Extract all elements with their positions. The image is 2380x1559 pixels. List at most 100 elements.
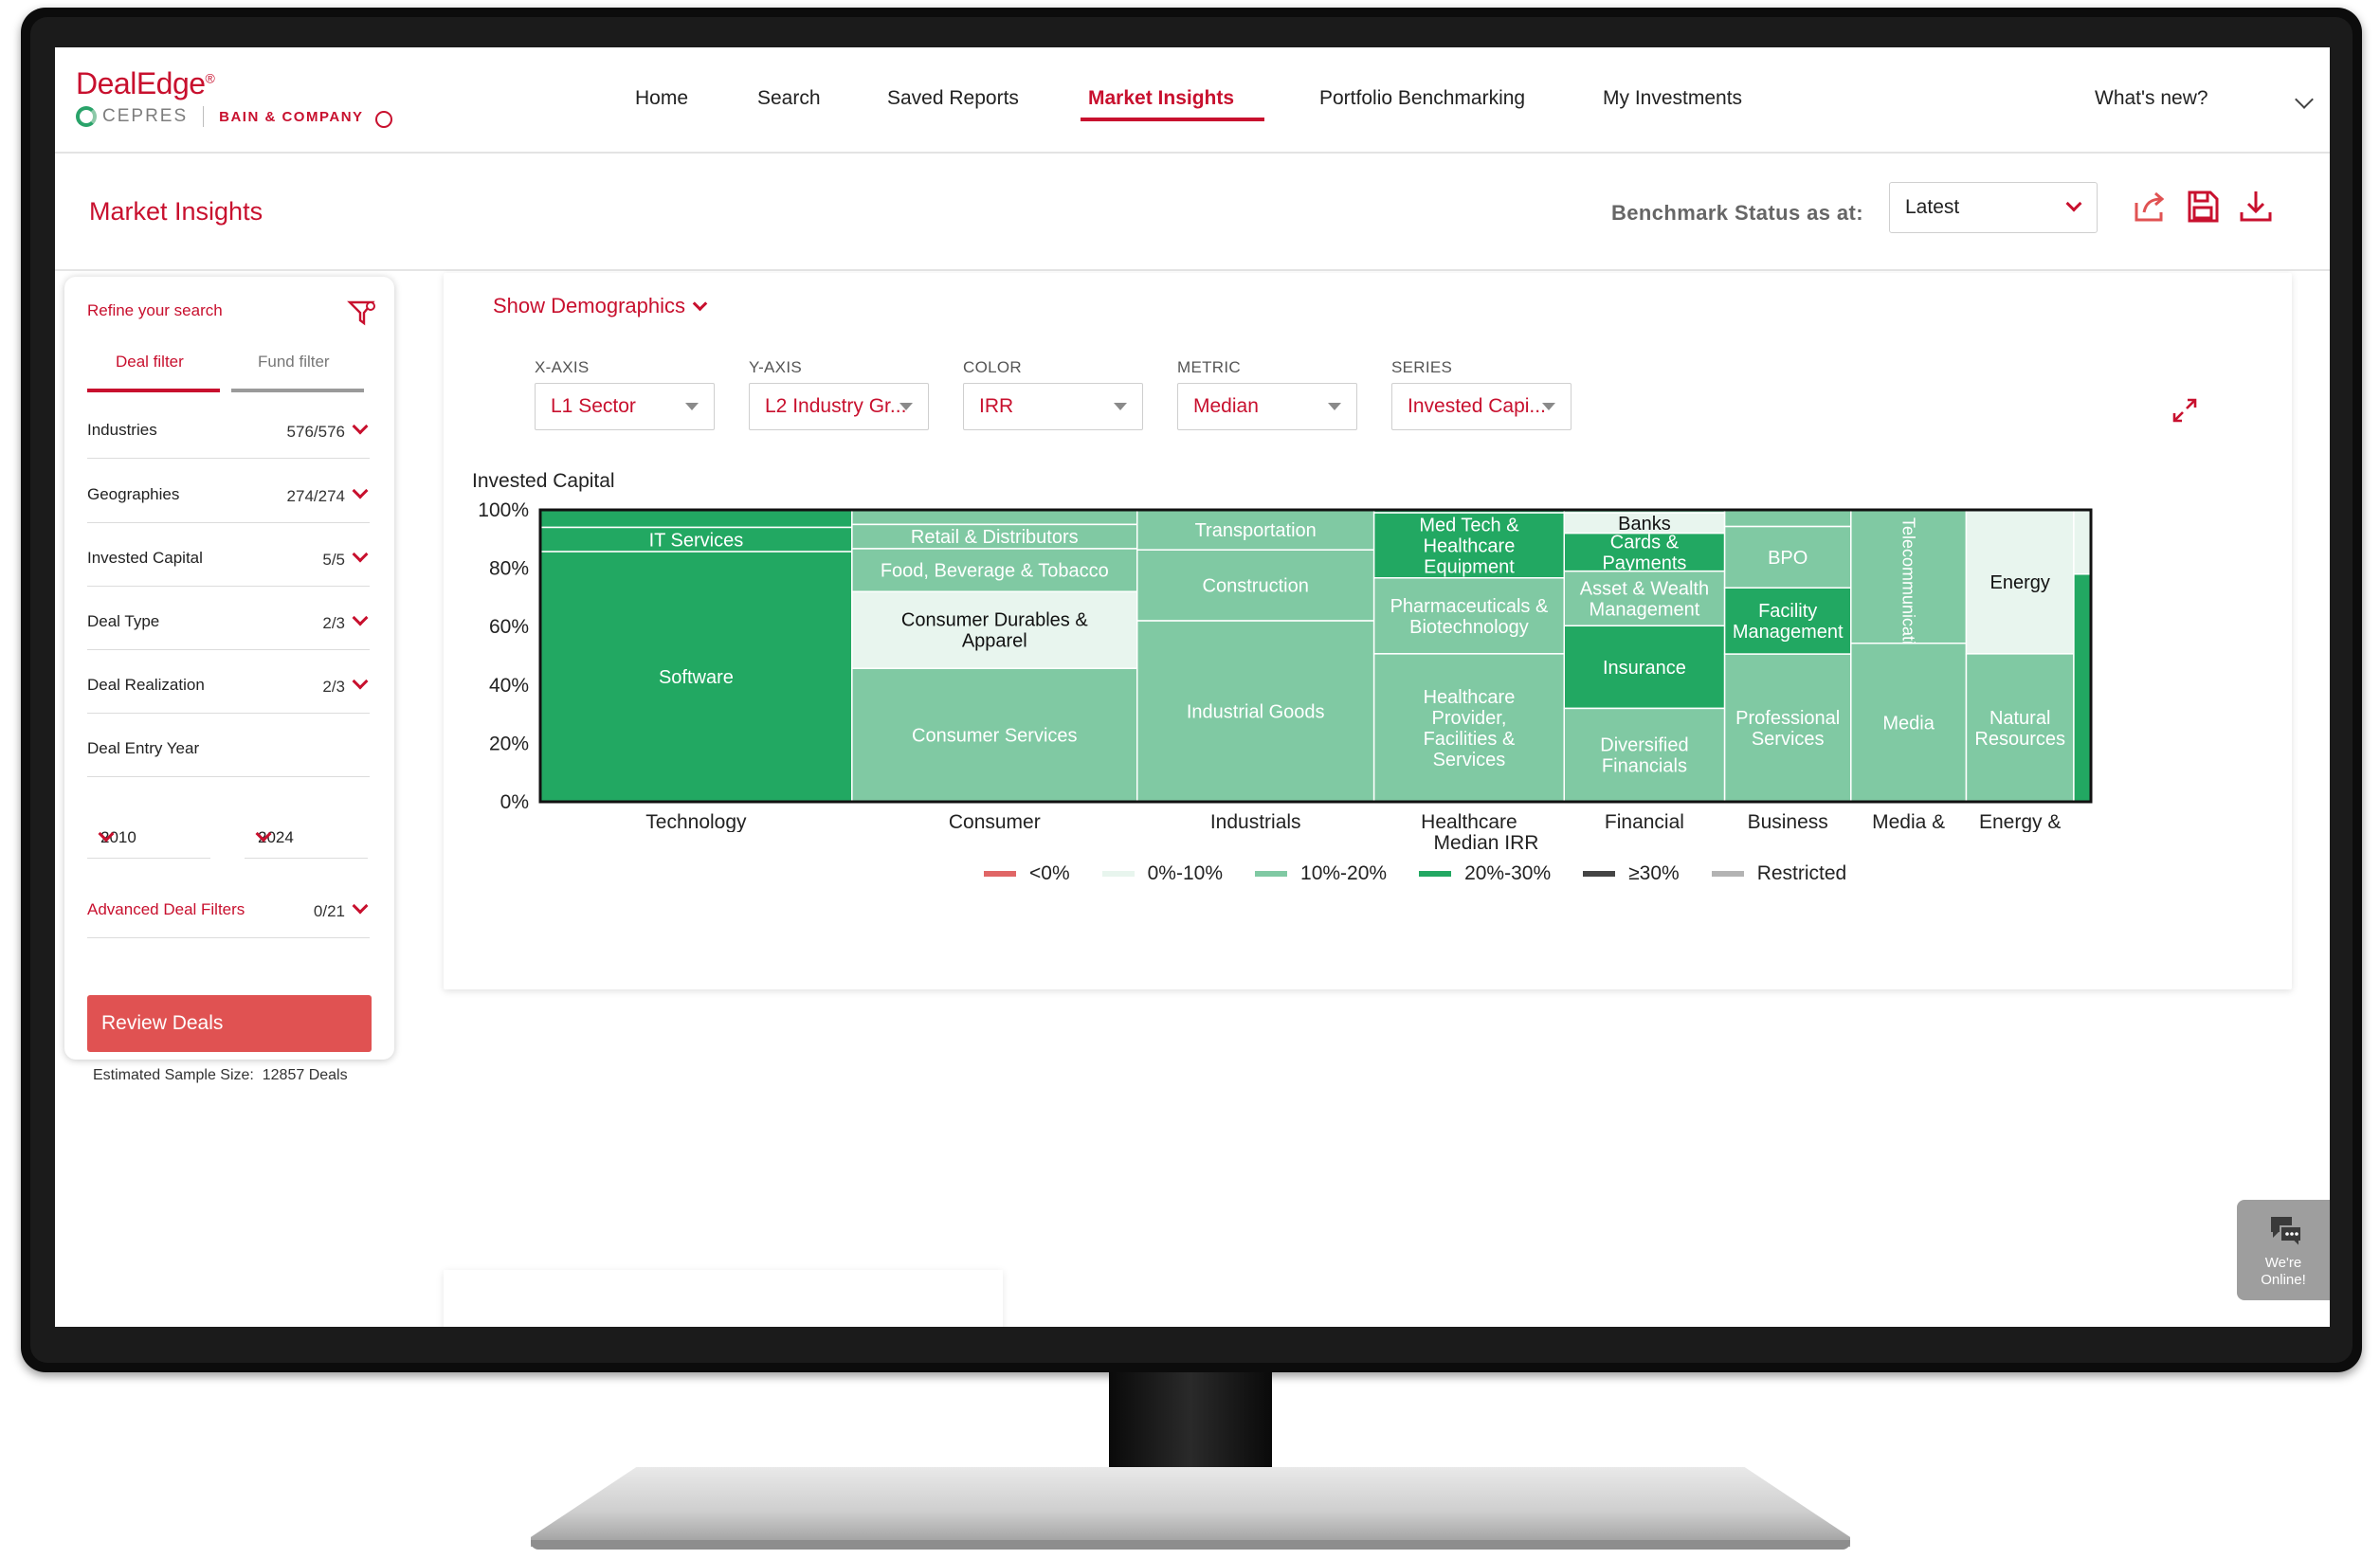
filter-count: 2/3	[322, 678, 345, 696]
x-category-label: Business	[1748, 811, 1828, 832]
filter-deal-realization[interactable]: Deal Realization 2/3	[87, 655, 370, 714]
chat-widget[interactable]: We're Online!	[2237, 1200, 2330, 1300]
legend-item[interactable]: 0%-10%	[1101, 862, 1224, 885]
y-axis-label: Y-AXIS	[749, 358, 802, 376]
mekko-segment	[2073, 573, 2092, 803]
monitor-stand-neck	[1109, 1372, 1272, 1478]
segment-label: Healthcare	[1424, 687, 1516, 708]
download-icon[interactable]	[2237, 188, 2275, 226]
expand-icon[interactable]	[2171, 396, 2199, 425]
legend-item[interactable]: Restricted	[1711, 862, 1846, 885]
chevron-down-icon	[2065, 195, 2082, 212]
caret-down-icon	[1114, 403, 1127, 410]
nav-home[interactable]: Home	[635, 87, 688, 110]
segment-label: Industrial Goods	[1187, 702, 1325, 723]
color-value: IRR	[979, 395, 1014, 417]
legend-label: <0%	[1029, 862, 1070, 884]
logo-cepres-text: CEPRES	[102, 106, 189, 126]
filter-label: Advanced Deal Filters	[87, 900, 245, 918]
segment-label: IT Services	[649, 530, 744, 551]
nav-saved-reports[interactable]: Saved Reports	[887, 87, 1019, 110]
nav-portfolio-benchmarking[interactable]: Portfolio Benchmarking	[1319, 87, 1525, 110]
legend-label: 0%-10%	[1147, 862, 1224, 884]
segment-label: Med Tech &	[1419, 515, 1519, 535]
series-select[interactable]: SERIES Invested Capi...	[1391, 358, 1572, 430]
y-tick-label: 20%	[489, 733, 529, 754]
whats-new-link[interactable]: What's new?	[2095, 87, 2208, 110]
metric-value: Median	[1193, 395, 1259, 417]
show-demographics-label: Show Demographics	[493, 294, 685, 317]
marimekko-chart: 100% 80% 60% 40% 20% 0% IT Services Software Tec…	[478, 500, 2093, 832]
show-demographics-toggle[interactable]: Show Demographics	[493, 294, 708, 318]
segment-label: Natural	[1989, 708, 2050, 729]
nav-market-insights[interactable]: Market Insights	[1088, 87, 1234, 110]
nav-active-underline	[1081, 118, 1264, 121]
chat-label-2: Online!	[2261, 1272, 2306, 1288]
x-axis-value: L1 Sector	[551, 395, 636, 417]
chevron-down-icon	[352, 609, 369, 626]
benchmark-status-select[interactable]: Latest	[1889, 182, 2098, 233]
search-refine-panel: Refine your search Deal filter Fund filt…	[64, 277, 394, 1083]
y-axis-field[interactable]: L2 Industry Gr...	[749, 383, 929, 430]
caret-down-icon	[899, 403, 913, 410]
metric-field[interactable]: Median	[1177, 383, 1357, 430]
chevron-down-icon[interactable]	[2295, 90, 2314, 109]
x-axis-select[interactable]: X-AXIS L1 Sector	[535, 358, 715, 430]
tab-fund-filter[interactable]: Fund filter	[258, 353, 330, 372]
legend-item[interactable]: 10%-20%	[1255, 862, 1387, 885]
segment-label: Management	[1590, 599, 1700, 620]
nav-my-investments[interactable]: My Investments	[1603, 87, 1742, 110]
screen: DealEdge® CEPRES BAIN & COMPANY Home Sea…	[55, 47, 2330, 1327]
segment-label: Biotechnology	[1409, 617, 1529, 638]
legend-item[interactable]: ≥30%	[1583, 862, 1680, 885]
legend-label: 10%-20%	[1300, 862, 1388, 884]
logo-separator	[203, 106, 205, 127]
filter-advanced[interactable]: Advanced Deal Filters 0/21	[87, 879, 370, 938]
caret-down-icon	[685, 403, 699, 410]
y-tick-label: 60%	[489, 616, 529, 638]
dealedge-logo[interactable]: DealEdge® CEPRES BAIN & COMPANY	[76, 66, 398, 138]
benchmark-status-label: Benchmark Status as at:	[1611, 201, 1863, 225]
y-axis-select[interactable]: Y-AXIS L2 Industry Gr...	[749, 358, 929, 430]
review-deals-button[interactable]: Review Deals	[87, 995, 372, 1052]
filter-icon[interactable]	[347, 298, 377, 328]
benchmark-status-value: Latest	[1905, 196, 1960, 218]
filter-count: 274/274	[286, 487, 345, 505]
caret-down-icon	[1328, 403, 1341, 410]
x-category-label: Healthcare	[1421, 811, 1517, 832]
segment-label: Resources	[1974, 729, 2065, 750]
legend-item[interactable]: 20%-30%	[1419, 862, 1551, 885]
year-to-select[interactable]: 2024	[245, 807, 368, 859]
segment-label: Banks	[1618, 514, 1671, 535]
filter-geographies[interactable]: Geographies 274/274	[87, 464, 370, 523]
chevron-down-icon	[352, 673, 369, 690]
filter-label: Deal Realization	[87, 676, 205, 694]
chart-card: Show Demographics X-AXIS L1 Sector Y-AXI…	[444, 273, 2292, 989]
chevron-down-icon	[352, 897, 369, 915]
segment-label: Insurance	[1603, 658, 1686, 679]
nav-search[interactable]: Search	[757, 87, 821, 110]
chevron-down-icon	[352, 418, 369, 435]
filter-industries[interactable]: Industries 576/576	[87, 400, 370, 459]
tab-deal-filter[interactable]: Deal filter	[116, 353, 184, 372]
tab-active-indicator	[87, 389, 220, 392]
legend-item[interactable]: <0%	[984, 862, 1070, 885]
save-icon[interactable]	[2184, 188, 2222, 226]
year-from-select[interactable]: 2010	[87, 807, 210, 859]
share-icon[interactable]	[2131, 188, 2169, 226]
y-tick-label: 40%	[489, 675, 529, 697]
legend-swatch	[1419, 871, 1452, 877]
metric-select[interactable]: METRIC Median	[1177, 358, 1357, 430]
filter-label: Industries	[87, 421, 157, 439]
filter-deal-type[interactable]: Deal Type 2/3	[87, 591, 370, 650]
segment-label: Telecommunication	[1899, 517, 1918, 663]
color-select[interactable]: COLOR IRR	[963, 358, 1143, 430]
filter-invested-capital[interactable]: Invested Capital 5/5	[87, 528, 370, 587]
x-axis-field[interactable]: L1 Sector	[535, 383, 715, 430]
filter-deal-entry-year: Deal Entry Year	[87, 718, 370, 777]
segment-label: BPO	[1768, 548, 1808, 569]
cepres-icon	[76, 106, 97, 127]
color-field[interactable]: IRR	[963, 383, 1143, 430]
chevron-down-icon	[692, 296, 708, 312]
series-field[interactable]: Invested Capi...	[1391, 383, 1572, 430]
